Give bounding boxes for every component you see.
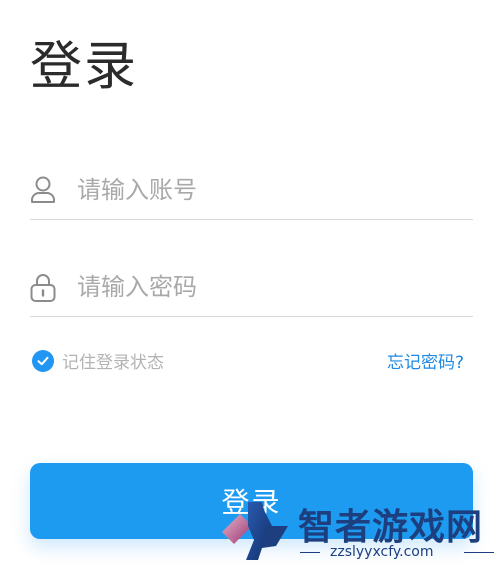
watermark-name: 智者游戏网	[298, 507, 484, 548]
user-icon	[30, 175, 56, 205]
watermark-rule-right	[464, 552, 494, 553]
page-title: 登录	[30, 37, 139, 97]
forgot-password-link[interactable]: 忘记密码?	[387, 348, 464, 373]
remember-login-checkbox[interactable]: 记住登录状态	[32, 348, 164, 373]
account-field[interactable]	[30, 161, 473, 220]
watermark-rule-left	[300, 552, 320, 553]
password-input[interactable]	[77, 273, 457, 301]
check-icon[interactable]	[32, 349, 54, 372]
watermark-url: zzslyyxcfy.com	[330, 544, 434, 560]
remember-login-label: 记住登录状态	[62, 353, 164, 373]
password-field[interactable]	[30, 258, 473, 317]
lock-icon	[30, 272, 56, 302]
watermark: 智者游戏网 zzslyyxcfy.com	[218, 496, 499, 565]
watermark-logo-icon	[222, 502, 288, 560]
account-input[interactable]	[77, 176, 457, 204]
